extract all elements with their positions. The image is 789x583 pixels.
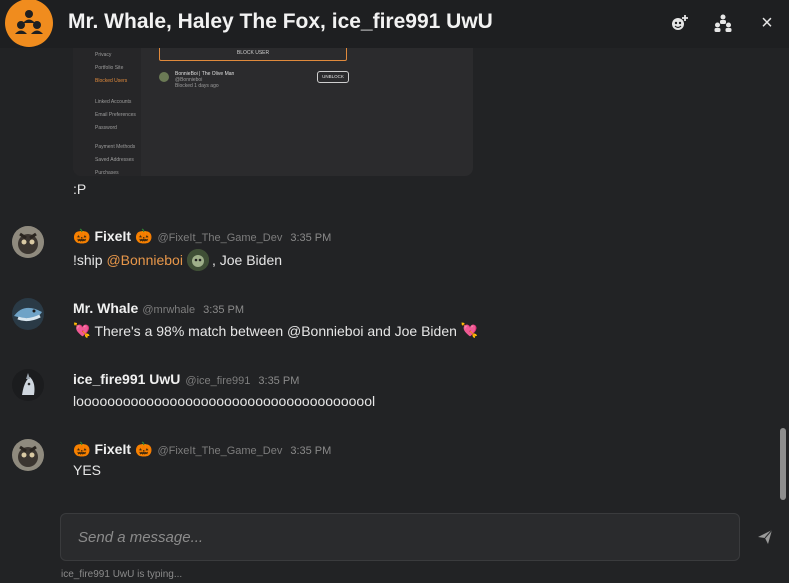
pumpkin-icon: 🎃 xyxy=(135,441,153,457)
typing-indicator: ice_fire991 UwU is typing... xyxy=(61,569,183,580)
message-text: :P xyxy=(73,181,87,197)
close-icon[interactable]: × xyxy=(756,12,778,34)
send-icon[interactable] xyxy=(756,528,774,546)
message-header: 🎃 FixeIt 🎃 @FixeIt_The_Game_Dev 3:35 PM xyxy=(73,441,331,458)
message-text-part: !ship xyxy=(73,252,107,268)
scrollbar-thumb[interactable] xyxy=(780,428,786,500)
image-attachment[interactable]: Privacy Portfolio Site Blocked Users Lin… xyxy=(73,48,473,176)
avatar[interactable] xyxy=(12,369,44,401)
message-list[interactable]: Privacy Portfolio Site Blocked Users Lin… xyxy=(0,48,789,503)
attachment-sidebar-item: Email Preferences xyxy=(95,112,136,118)
author-name[interactable]: FixeIt xyxy=(94,441,131,457)
attachment-block-button: BLOCK USER xyxy=(159,48,347,61)
pumpkin-icon: 🎃 xyxy=(73,441,91,457)
pumpkin-icon: 🎃 xyxy=(135,228,153,244)
message-text: !ship @Bonnieboi , Joe Biden xyxy=(73,249,282,271)
conversation-title: Mr. Whale, Haley The Fox, ice_fire991 Uw… xyxy=(68,10,493,33)
author-handle: @FixeIt_The_Game_Dev xyxy=(157,232,283,244)
author-handle: @FixeIt_The_Game_Dev xyxy=(157,445,283,457)
attachment-sidebar: Privacy Portfolio Site Blocked Users Lin… xyxy=(73,48,141,176)
message-input[interactable]: Send a message... xyxy=(60,513,740,561)
message-timestamp: 3:35 PM xyxy=(203,304,245,316)
author-handle: @mrwhale xyxy=(142,304,196,316)
message-timestamp: 3:35 PM xyxy=(290,445,332,457)
author-handle: @ice_fire991 xyxy=(185,375,251,387)
avatar[interactable] xyxy=(12,298,44,330)
message-header: Mr. Whale @mrwhale 3:35 PM xyxy=(73,300,244,316)
attachment-sidebar-item: Purchases xyxy=(95,170,119,176)
message-header: 🎃 FixeIt 🎃 @FixeIt_The_Game_Dev 3:35 PM xyxy=(73,228,331,245)
attachment-sidebar-item: Password xyxy=(95,125,117,131)
author-name[interactable]: ice_fire991 UwU xyxy=(73,371,180,387)
author-name[interactable]: FixeIt xyxy=(94,228,131,244)
members-icon[interactable] xyxy=(712,12,734,34)
attachment-unblock-button: UNBLOCK xyxy=(317,71,349,83)
message-text: 💘 There's a 98% match between @Bonnieboi… xyxy=(73,322,478,339)
avatar[interactable] xyxy=(12,226,44,258)
message-header: ice_fire991 UwU @ice_fire991 3:35 PM xyxy=(73,371,299,387)
attachment-sidebar-item: Blocked Users xyxy=(95,78,128,84)
attachment-sidebar-item: Payment Methods xyxy=(95,144,136,150)
attachment-avatar xyxy=(159,72,169,82)
pumpkin-icon: 🎃 xyxy=(73,228,91,244)
attachment-sidebar-item: Linked Accounts xyxy=(95,99,132,105)
attachment-sidebar-item: Portfolio Site xyxy=(95,65,124,71)
message-text: looooooooooooooooooooooooooooooooooooool xyxy=(73,393,376,409)
message-text: YES xyxy=(73,462,102,478)
user-mention[interactable]: @Bonnieboi xyxy=(106,252,183,268)
author-name[interactable]: Mr. Whale xyxy=(73,300,138,316)
attachment-sidebar-item: Privacy xyxy=(95,52,112,58)
mention-avatar xyxy=(186,249,209,271)
heart-arrow-icon: 💘 xyxy=(73,322,91,338)
message-text-part: , Joe Biden xyxy=(211,252,283,268)
attachment-sidebar-item: Saved Addresses xyxy=(95,157,134,163)
group-icon xyxy=(15,10,43,34)
attachment-user-time: Blocked 1 days ago xyxy=(175,83,219,89)
add-user-icon[interactable] xyxy=(669,12,691,34)
message-timestamp: 3:35 PM xyxy=(290,232,332,244)
group-avatar[interactable] xyxy=(5,0,53,47)
message-text-part: There's a 98% match between @Bonnieboi a… xyxy=(94,322,457,339)
message-timestamp: 3:35 PM xyxy=(258,375,300,387)
message-input-placeholder: Send a message... xyxy=(78,528,204,546)
avatar[interactable] xyxy=(12,439,44,471)
heart-arrow-icon: 💘 xyxy=(460,322,479,338)
chat-header: Mr. Whale, Haley The Fox, ice_fire991 Uw… xyxy=(0,0,789,48)
